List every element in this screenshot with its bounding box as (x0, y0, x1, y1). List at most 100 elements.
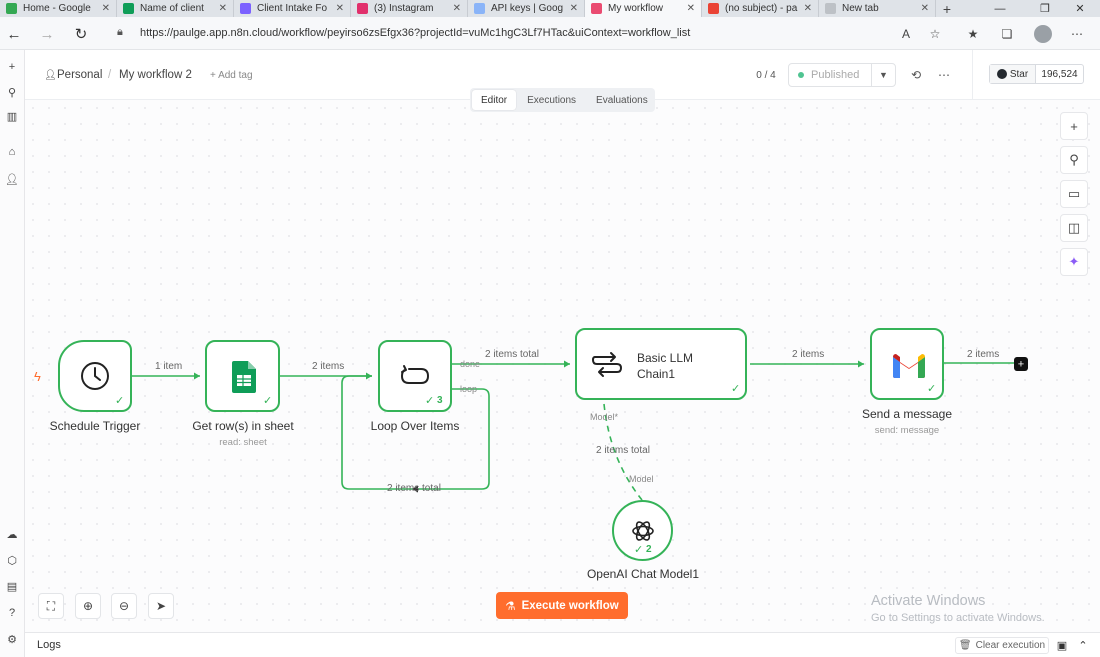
panel-layout-icon[interactable]: ▣ (1055, 638, 1069, 652)
panel-toggle-button[interactable]: ◫ (1060, 214, 1088, 242)
github-star-button[interactable]: Star 196,524 (989, 64, 1084, 84)
close-icon[interactable]: ✕ (219, 3, 227, 14)
workflow-name[interactable]: My workflow 2 (119, 69, 192, 81)
form-icon (240, 3, 251, 14)
node-subtitle: send: message (874, 425, 940, 436)
more-icon[interactable]: ⋯ (1068, 25, 1086, 43)
ai-assistant-button[interactable]: ✦ (1060, 248, 1088, 276)
url-field[interactable]: https://paulge.app.n8n.cloud/workflow/pe… (140, 27, 690, 39)
user-icon[interactable]: 👤︎ (3, 170, 21, 188)
favorite-add-icon[interactable]: ☆ (926, 25, 944, 43)
port-label-loop: loop (460, 384, 478, 394)
search-nodes-button[interactable]: ⚲ (1060, 146, 1088, 174)
chevron-up-icon[interactable]: ⌃ (1076, 638, 1090, 652)
more-options-icon[interactable]: ⋯ (936, 67, 952, 83)
back-icon[interactable]: ← (4, 24, 24, 44)
browser-tab[interactable]: (3) Instagram ✕ (351, 0, 468, 17)
browser-tab[interactable]: (no subject) - pa ✕ (702, 0, 819, 17)
publish-button[interactable]: Published ▼ (788, 63, 896, 87)
breadcrumb-project[interactable]: Personal (57, 69, 102, 81)
add-icon[interactable]: + (3, 58, 21, 76)
instagram-icon (357, 3, 368, 14)
lock-icon[interactable]: 🔒︎ (117, 26, 123, 39)
gmail-icon (893, 354, 925, 378)
add-tag-link[interactable]: + Add tag (210, 70, 253, 81)
logs-panel-bar[interactable]: Logs 🗑︎ Clear execution ▣ ⌃ (25, 632, 1100, 657)
tab-evaluations[interactable]: Evaluations (587, 90, 657, 110)
zoom-in-button[interactable]: ⊕ (75, 593, 101, 619)
cloud-icon[interactable]: ☁ (3, 525, 21, 543)
gmail-icon (708, 3, 719, 14)
publish-counter: 0 / 4 (756, 70, 776, 81)
browser-tab[interactable]: API keys | Goog ✕ (468, 0, 585, 17)
success-check-icon: ✓ (115, 395, 125, 407)
close-icon[interactable]: ✕ (336, 3, 344, 14)
browser-tab[interactable]: New tab ✕ (819, 0, 936, 17)
browser-tab-active[interactable]: My workflow ✕ (585, 0, 702, 17)
logs-label: Logs (37, 639, 61, 651)
github-star-count: 196,524 (1041, 68, 1078, 80)
node-openai-chat-model[interactable]: ✓ 2 (612, 500, 673, 561)
settings-icon[interactable]: ⚙ (3, 630, 21, 648)
google-icon (6, 3, 17, 14)
loop-icon (399, 363, 431, 389)
window-close-icon[interactable]: ✕ (1060, 0, 1100, 17)
zoom-out-button[interactable]: ⊖ (111, 593, 137, 619)
clear-execution-label: Clear execution (975, 640, 1046, 651)
node-basic-llm-chain[interactable]: Basic LLM Chain1 ✓ (575, 328, 747, 400)
collections-icon[interactable]: ❏ (998, 25, 1016, 43)
search-icon[interactable]: ⚲ (3, 83, 21, 101)
node-loop-over-items[interactable]: ✓ 3 (378, 340, 452, 412)
home-icon[interactable]: ⌂ (3, 143, 21, 161)
browser-tab[interactable]: Client Intake Fo ✕ (234, 0, 351, 17)
minimize-icon[interactable]: — (980, 0, 1020, 17)
node-send-message[interactable]: ✓ (870, 328, 944, 400)
new-tab-button[interactable]: + (936, 0, 958, 17)
edge-label: 2 items (792, 349, 825, 360)
close-icon[interactable]: ✕ (570, 3, 578, 14)
templates-icon[interactable]: ⬡ (3, 551, 21, 569)
execute-workflow-button[interactable]: ⚗ Execute workflow (496, 592, 628, 619)
tab-editor[interactable]: Editor (472, 90, 517, 110)
history-icon[interactable]: ⟲ (908, 67, 924, 83)
insights-icon[interactable]: ▤ (3, 577, 21, 595)
github-star-label: Star (1009, 68, 1029, 80)
node-label-line2: Chain1 (637, 367, 676, 381)
favorites-icon[interactable]: ★ (964, 25, 982, 43)
browser-tab[interactable]: Home - Google ✕ (0, 0, 117, 17)
success-check-icon: ✓ (425, 395, 435, 407)
help-icon[interactable]: ? (3, 604, 21, 622)
node-schedule-trigger[interactable]: ✓ (58, 340, 132, 412)
port-label-done: done (460, 359, 481, 369)
profile-avatar[interactable] (1034, 25, 1052, 43)
close-icon[interactable]: ✕ (453, 3, 461, 14)
browser-tab[interactable]: Name of client ✕ (117, 0, 234, 17)
trash-icon: 🗑︎ (958, 640, 972, 651)
watermark-title: Activate Windows (871, 593, 986, 609)
close-icon[interactable]: ✕ (921, 3, 929, 14)
sidebar-toggle-icon[interactable]: ▥ (3, 107, 21, 125)
edge-label: 2 items total (596, 445, 650, 456)
view-tabs: Editor Executions Evaluations (470, 88, 655, 112)
clear-execution-button[interactable]: 🗑︎ Clear execution (955, 637, 1049, 654)
restore-icon[interactable]: ❐ (1025, 0, 1065, 17)
forward-icon[interactable]: → (37, 24, 57, 44)
chevron-down-icon[interactable]: ▼ (871, 64, 895, 86)
reload-icon[interactable]: ↻ (71, 24, 91, 44)
chain-link-icon (591, 350, 623, 380)
port-label-model: Model (629, 474, 654, 484)
close-icon[interactable]: ✕ (102, 3, 110, 14)
pointer-tool-button[interactable]: ➤ (148, 593, 174, 619)
edge-label: 2 items total (485, 349, 539, 360)
node-label: OpenAI Chat Model1 (586, 567, 700, 581)
close-icon[interactable]: ✕ (804, 3, 812, 14)
close-icon[interactable]: ✕ (687, 3, 695, 14)
sticky-note-button[interactable]: ▭ (1060, 180, 1088, 208)
fit-view-button[interactable]: ⛶ (38, 593, 64, 619)
node-get-rows-sheet[interactable]: ✓ (205, 340, 280, 412)
read-aloud-icon[interactable]: A (897, 25, 915, 43)
address-bar: ← → ↻ 🔒︎ https://paulge.app.n8n.cloud/wo… (0, 17, 1100, 50)
success-check-icon: ✓ (263, 395, 273, 407)
add-node-button[interactable]: + (1060, 112, 1088, 140)
tab-executions[interactable]: Executions (518, 90, 585, 110)
